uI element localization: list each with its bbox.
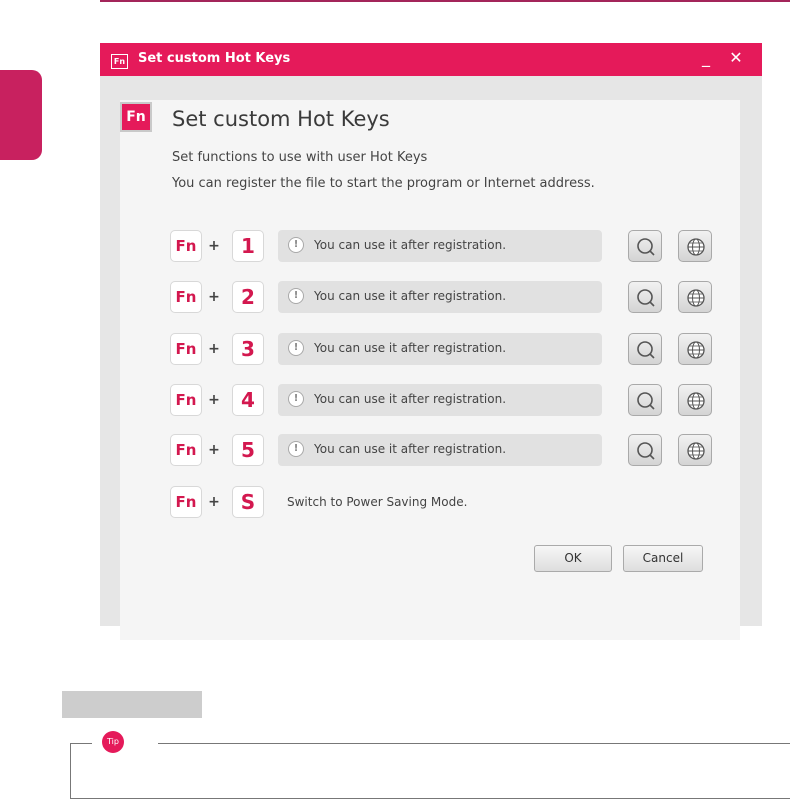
plus-sign: + — [208, 494, 220, 510]
slot-status-text: You can use it after registration. — [314, 289, 507, 303]
number-key-1: 1 — [232, 230, 264, 262]
plus-sign: + — [208, 442, 220, 458]
fn-key-row-4: Fn — [170, 384, 202, 416]
number-key-5: 5 — [232, 434, 264, 466]
close-button[interactable]: ✕ — [727, 48, 745, 68]
fn-key-row-5: Fn — [170, 434, 202, 466]
slot-status-text: You can use it after registration. — [314, 392, 507, 406]
fn-key-row-3: Fn — [170, 333, 202, 365]
globe-icon — [687, 341, 705, 359]
minimize-button[interactable]: _ — [697, 48, 715, 68]
globe-icon — [687, 392, 705, 410]
plus-sign: + — [208, 392, 220, 408]
info-icon: ! — [288, 391, 304, 407]
web-address-button-1[interactable] — [678, 230, 712, 262]
chapter-side-tab — [0, 70, 42, 160]
tip-badge: Tip — [102, 731, 124, 753]
slot-status-text: You can use it after registration. — [314, 442, 507, 456]
fn-key-row-2: Fn — [170, 281, 202, 313]
slot-status-text: You can use it after registration. — [314, 341, 507, 355]
ok-button[interactable]: OK — [534, 545, 612, 572]
plus-sign: + — [208, 238, 220, 254]
number-key-2: 2 — [232, 281, 264, 313]
browse-button-3[interactable] — [628, 333, 662, 365]
globe-icon — [687, 442, 705, 460]
browse-button-2[interactable] — [628, 281, 662, 313]
web-address-button-5[interactable] — [678, 434, 712, 466]
number-key-3: 3 — [232, 333, 264, 365]
web-address-button-3[interactable] — [678, 333, 712, 365]
web-address-button-4[interactable] — [678, 384, 712, 416]
fn-header-icon: Fn — [120, 102, 152, 132]
globe-icon — [687, 238, 705, 256]
plus-sign: + — [208, 289, 220, 305]
hotkey-slot-3: ! You can use it after registration. — [278, 333, 602, 365]
slot-status-text: You can use it after registration. — [314, 238, 507, 252]
browse-button-5[interactable] — [628, 434, 662, 466]
search-icon — [637, 341, 655, 359]
number-key-4: 4 — [232, 384, 264, 416]
info-icon: ! — [288, 237, 304, 253]
search-icon — [637, 238, 655, 256]
title-bar: Fn Set custom Hot Keys _ ✕ — [100, 43, 762, 76]
info-icon: ! — [288, 340, 304, 356]
search-icon — [637, 442, 655, 460]
section-heading-bar — [62, 691, 202, 718]
page-title: Set custom Hot Keys — [172, 107, 390, 131]
fn-key-power-saving: Fn — [170, 486, 202, 518]
browse-button-4[interactable] — [628, 384, 662, 416]
hotkeys-window: Fn Set custom Hot Keys _ ✕ Fn Set custom… — [100, 43, 762, 640]
info-icon: ! — [288, 441, 304, 457]
browse-button-1[interactable] — [628, 230, 662, 262]
search-icon — [637, 392, 655, 410]
description-line-1: Set functions to use with user Hot Keys — [172, 150, 428, 165]
globe-icon — [687, 289, 705, 307]
power-saving-label: Switch to Power Saving Mode. — [287, 495, 468, 509]
s-key: S — [232, 486, 264, 518]
window-title: Set custom Hot Keys — [138, 51, 291, 66]
hotkey-slot-5: ! You can use it after registration. — [278, 434, 602, 466]
tip-box — [70, 743, 790, 799]
web-address-button-2[interactable] — [678, 281, 712, 313]
hotkey-slot-1: ! You can use it after registration. — [278, 230, 602, 262]
info-icon: ! — [288, 288, 304, 304]
search-icon — [637, 289, 655, 307]
description-line-2: You can register the file to start the p… — [172, 176, 595, 191]
plus-sign: + — [208, 341, 220, 357]
fn-key-row-1: Fn — [170, 230, 202, 262]
hotkey-slot-4: ! You can use it after registration. — [278, 384, 602, 416]
cancel-button[interactable]: Cancel — [623, 545, 703, 572]
top-rule — [100, 0, 790, 2]
hotkey-slot-2: ! You can use it after registration. — [278, 281, 602, 313]
fn-app-icon: Fn — [111, 54, 128, 69]
